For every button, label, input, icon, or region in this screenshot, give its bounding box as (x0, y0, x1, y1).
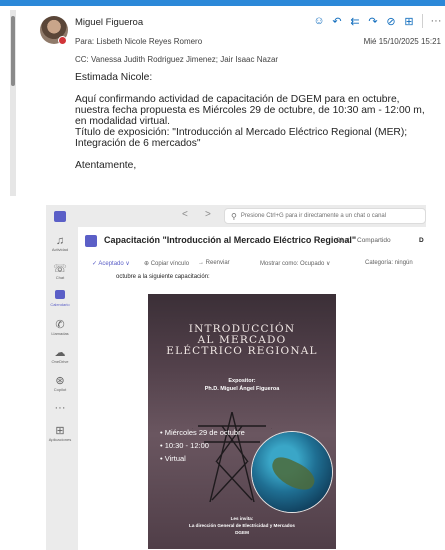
invite-acronym: DGEM (235, 530, 249, 535)
phone-icon: ✆ (55, 319, 65, 331)
search-icon: ⚲ (231, 211, 237, 221)
reply-icon[interactable]: ↶ (328, 13, 346, 29)
rail-item-copilot[interactable]: ⊛ Copilot (46, 375, 74, 392)
forward-icon[interactable]: ↷ (364, 13, 382, 29)
rail-item-calls[interactable]: ✆ Llamadas (46, 319, 74, 336)
meeting-title: Capacitación "Introducción al Mercado El… (104, 235, 357, 245)
paragraph-line: Aquí confirmando actividad de capacitaci… (75, 94, 400, 105)
cloud-icon: ☁ (54, 347, 66, 359)
presence-busy-icon (58, 36, 67, 45)
search-input[interactable]: ⚲ Presione Ctrl+G para ir directamente a… (224, 208, 426, 224)
rail-label: Chat (55, 275, 65, 280)
forward-arrow-icon[interactable]: > (205, 209, 211, 220)
message-actions: ☺ ↶ ⇇ ↷ ⊘ ⊞ ··· (310, 13, 445, 29)
meeting-toolbar: ✓ Aceptado ∨ ⊕ Copiar vínculo → Reenviar… (78, 255, 426, 273)
accepted-dropdown[interactable]: ✓ Aceptado ∨ (92, 260, 130, 267)
rail-item-activity[interactable]: ♫ Actividad (46, 235, 74, 252)
flyer-title-line: ELÉCTRICO REGIONAL (166, 345, 318, 357)
paragraph-line: Integración de 6 mercados" (75, 138, 201, 149)
rail-label: OneDrive (51, 359, 69, 364)
scrollbar-thumb[interactable] (11, 16, 15, 86)
rail-label: Llamadas (51, 331, 69, 336)
invite-organization: La dirección General de Electricidad y M… (189, 523, 295, 528)
rail-label: Copilot (53, 387, 67, 392)
tab-shared[interactable]: Compartido (357, 237, 391, 244)
rail-item-chat[interactable]: ☏ Chat (46, 263, 74, 280)
back-arrow-icon[interactable]: < (182, 209, 188, 220)
copilot-icon[interactable]: ⊘ (382, 13, 400, 29)
sent-date: Mié 15/10/2025 15:21 (363, 37, 441, 46)
add-apps-icon: ⊞ (55, 425, 65, 437)
teams-logo-icon (54, 211, 66, 222)
rail-item-more[interactable]: ··· (46, 402, 74, 414)
cc-recipients: CC: Vanessa Judith Rodriguez Jimenez; Ja… (75, 55, 279, 64)
copilot-icon: ⊛ (55, 375, 65, 387)
rail-label: Calendario (50, 302, 70, 307)
expositor-label: Expositor: (228, 378, 256, 384)
more-icon[interactable]: ··· (427, 13, 445, 29)
emoji-icon[interactable]: ☺ (310, 13, 328, 29)
expositor-name: Ph.D. Miguel Ángel Figueroa (204, 386, 280, 392)
rail-label: Aplicaciones (48, 437, 72, 442)
invite-intro-text: octubre a la siguiente capacitación: (116, 274, 210, 280)
flyer-detail-time: • 10:30 - 12:00 (160, 441, 209, 450)
category-dropdown[interactable]: Categoría: ningún (365, 260, 413, 266)
window-top-bar (0, 0, 445, 6)
paragraph-line: nuestra fecha propuesta es Miércoles 29 … (75, 105, 425, 116)
reply-all-icon[interactable]: ⇇ (346, 13, 364, 29)
invite-label: Les invita: (230, 516, 254, 521)
meeting-header: Capacitación "Introducción al Mercado El… (78, 227, 426, 255)
grid-icon[interactable]: ⊞ (400, 13, 418, 29)
email-greeting: Estimada Nicole: (75, 72, 153, 83)
calendar-icon (46, 290, 74, 302)
flyer-detail-mode: • Virtual (160, 454, 186, 463)
sender-name[interactable]: Miguel Figueroa (75, 17, 143, 28)
rail-item-apps[interactable]: ⊞ Aplicaciones (46, 425, 74, 442)
tab-chat[interactable]: Chat (336, 237, 350, 244)
more-icon: ··· (54, 402, 66, 414)
forward-button[interactable]: → Reenviar (198, 260, 230, 266)
rail-label: Actividad (51, 247, 69, 252)
paragraph-line: Título de exposición: "Introducción al M… (75, 127, 408, 138)
email-closing: Atentamente, (75, 160, 137, 171)
to-recipients: Para: Lisbeth Nicole Reyes Romero (75, 37, 203, 46)
event-flyer-image: INTRODUCCIÓN AL MERCADO ELÉCTRICO REGION… (148, 294, 336, 549)
bell-icon: ♫ (55, 235, 65, 247)
tab-details[interactable]: D (419, 237, 424, 244)
copy-link-button[interactable]: ⊕ Copiar vínculo (144, 260, 189, 267)
show-as-dropdown[interactable]: Mostrar como: Ocupado ∨ (260, 260, 330, 267)
paragraph-line: en modalidad virtual. (75, 116, 171, 127)
rail-item-calendar[interactable]: Calendario (46, 290, 74, 307)
rail-item-onedrive[interactable]: ☁ OneDrive (46, 347, 74, 364)
flyer-title: INTRODUCCIÓN AL MERCADO ELÉCTRICO REGION… (148, 324, 336, 357)
email-paragraph: Aquí confirmando actividad de capacitaci… (75, 94, 440, 149)
toolbar-divider (422, 14, 423, 28)
teams-window: < > ⚲ Presione Ctrl+G para ir directamen… (46, 205, 426, 550)
teams-title-bar: < > ⚲ Presione Ctrl+G para ir directamen… (46, 205, 426, 227)
flyer-detail-date: • Miércoles 29 de octubre (160, 428, 245, 437)
email-reading-pane: Miguel Figueroa ☺ ↶ ⇇ ↷ ⊘ ⊞ ··· Para: Li… (0, 0, 445, 196)
meeting-details-pane: Capacitación "Introducción al Mercado El… (78, 227, 426, 550)
email-body: Estimada Nicole: Aquí confirmando activi… (75, 72, 440, 182)
app-rail: ♫ Actividad ☏ Chat Calendario ✆ Llamadas… (46, 227, 74, 550)
search-placeholder: Presione Ctrl+G para ir directamente a u… (240, 213, 387, 219)
calendar-event-icon (85, 235, 97, 247)
chat-icon: ☏ (53, 263, 67, 275)
